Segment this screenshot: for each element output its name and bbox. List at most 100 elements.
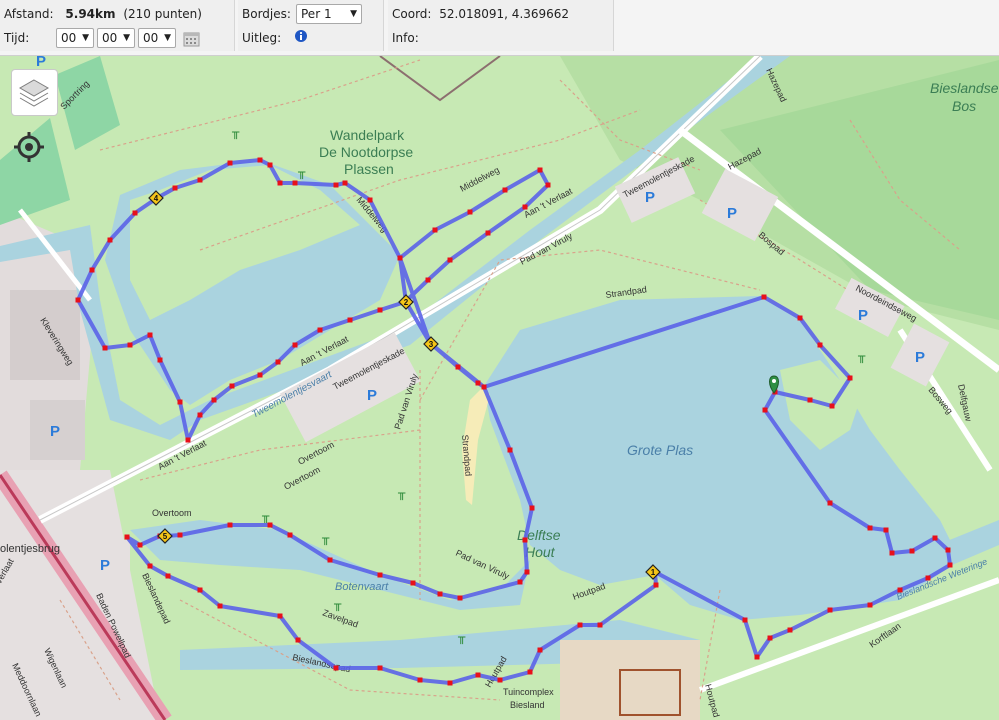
time-hours-select[interactable]: 00 ▼ <box>56 28 94 48</box>
route-point[interactable] <box>497 677 503 683</box>
route-point[interactable] <box>147 332 153 338</box>
route-point[interactable] <box>287 532 293 538</box>
route-point[interactable] <box>522 537 528 543</box>
route-point[interactable] <box>127 342 133 348</box>
route-point[interactable] <box>909 548 915 554</box>
route-point[interactable] <box>295 637 301 643</box>
route-point[interactable] <box>485 230 491 236</box>
route-point[interactable] <box>292 342 298 348</box>
route-point[interactable] <box>137 542 143 548</box>
route-point[interactable] <box>157 357 163 363</box>
route-point[interactable] <box>932 535 938 541</box>
time-seconds-select[interactable]: 00 ▼ <box>138 28 176 48</box>
route-point[interactable] <box>267 162 273 168</box>
route-point[interactable] <box>889 550 895 556</box>
route-point[interactable] <box>475 380 481 386</box>
route-point[interactable] <box>257 157 263 163</box>
route-point[interactable] <box>883 527 889 533</box>
route-point[interactable] <box>377 307 383 313</box>
route-point[interactable] <box>342 180 348 186</box>
route-point[interactable] <box>132 210 138 216</box>
route-point[interactable] <box>527 669 533 675</box>
route-point[interactable] <box>197 177 203 183</box>
route-point[interactable] <box>827 500 833 506</box>
route-point[interactable] <box>447 680 453 686</box>
route-point[interactable] <box>277 613 283 619</box>
route-point[interactable] <box>185 437 191 443</box>
route-point[interactable] <box>507 447 513 453</box>
route-point[interactable] <box>754 654 760 660</box>
route-point[interactable] <box>897 587 903 593</box>
route-point[interactable] <box>292 180 298 186</box>
locate-icon[interactable] <box>13 131 45 163</box>
route-point[interactable] <box>867 602 873 608</box>
route-point[interactable] <box>457 595 463 601</box>
route-point[interactable] <box>537 647 543 653</box>
route-point[interactable] <box>653 582 659 588</box>
route-point[interactable] <box>467 209 473 215</box>
route-point[interactable] <box>257 372 263 378</box>
route-point[interactable] <box>217 603 223 609</box>
route-point[interactable] <box>165 573 171 579</box>
route-point[interactable] <box>425 277 431 283</box>
route-point[interactable] <box>767 635 773 641</box>
route-point[interactable] <box>197 412 203 418</box>
info-icon[interactable] <box>295 30 307 42</box>
route-point[interactable] <box>807 397 813 403</box>
route-point[interactable] <box>89 267 95 273</box>
route-point[interactable] <box>817 342 823 348</box>
route-point[interactable] <box>377 665 383 671</box>
route-point[interactable] <box>107 237 113 243</box>
route-point[interactable] <box>522 204 528 210</box>
route-point[interactable] <box>147 563 153 569</box>
route-point[interactable] <box>481 384 487 390</box>
route-point[interactable] <box>267 522 273 528</box>
route-point[interactable] <box>829 403 835 409</box>
route-point[interactable] <box>197 587 203 593</box>
route-point[interactable] <box>475 672 481 678</box>
route-point[interactable] <box>172 185 178 191</box>
route-point[interactable] <box>227 160 233 166</box>
calendar-icon[interactable] <box>183 30 200 47</box>
route-point[interactable] <box>211 397 217 403</box>
map-view[interactable]: P P P P P P P P ╥ ╥ ╥ ╥ ╥ ╥ ╥ ╥ Wandelpark De Noot… <box>0 56 999 720</box>
route-point[interactable] <box>333 182 339 188</box>
route-point[interactable] <box>925 575 931 581</box>
route-point[interactable] <box>762 407 768 413</box>
route-point[interactable] <box>827 607 833 613</box>
route-point[interactable] <box>417 677 423 683</box>
route-point[interactable] <box>177 532 183 538</box>
route-point[interactable] <box>787 627 793 633</box>
route-point[interactable] <box>537 167 543 173</box>
route-point[interactable] <box>177 399 183 405</box>
route-point[interactable] <box>410 580 416 586</box>
route-point[interactable] <box>502 187 508 193</box>
route-point[interactable] <box>333 665 339 671</box>
route-point[interactable] <box>327 557 333 563</box>
route-point[interactable] <box>867 525 873 531</box>
route-point[interactable] <box>347 317 353 323</box>
route-point[interactable] <box>947 562 953 568</box>
route-point[interactable] <box>597 622 603 628</box>
route-point[interactable] <box>945 547 951 553</box>
route-point[interactable] <box>577 622 583 628</box>
route-point[interactable] <box>275 359 281 365</box>
route-point[interactable] <box>277 180 283 186</box>
time-minutes-select[interactable]: 00 ▼ <box>97 28 135 48</box>
route-point[interactable] <box>227 522 233 528</box>
route-point[interactable] <box>742 617 748 623</box>
route-point[interactable] <box>447 257 453 263</box>
route-point[interactable] <box>847 375 853 381</box>
route-point[interactable] <box>797 315 803 321</box>
layers-button[interactable] <box>11 69 58 116</box>
route-point[interactable] <box>229 383 235 389</box>
route-point[interactable] <box>432 227 438 233</box>
route-point[interactable] <box>124 534 130 540</box>
route-point[interactable] <box>437 591 443 597</box>
route-point[interactable] <box>517 579 523 585</box>
signs-select[interactable]: Per 1 ▼ <box>296 4 362 24</box>
route-point[interactable] <box>377 572 383 578</box>
route-point[interactable] <box>455 364 461 370</box>
route-point[interactable] <box>102 345 108 351</box>
route-point[interactable] <box>367 197 373 203</box>
